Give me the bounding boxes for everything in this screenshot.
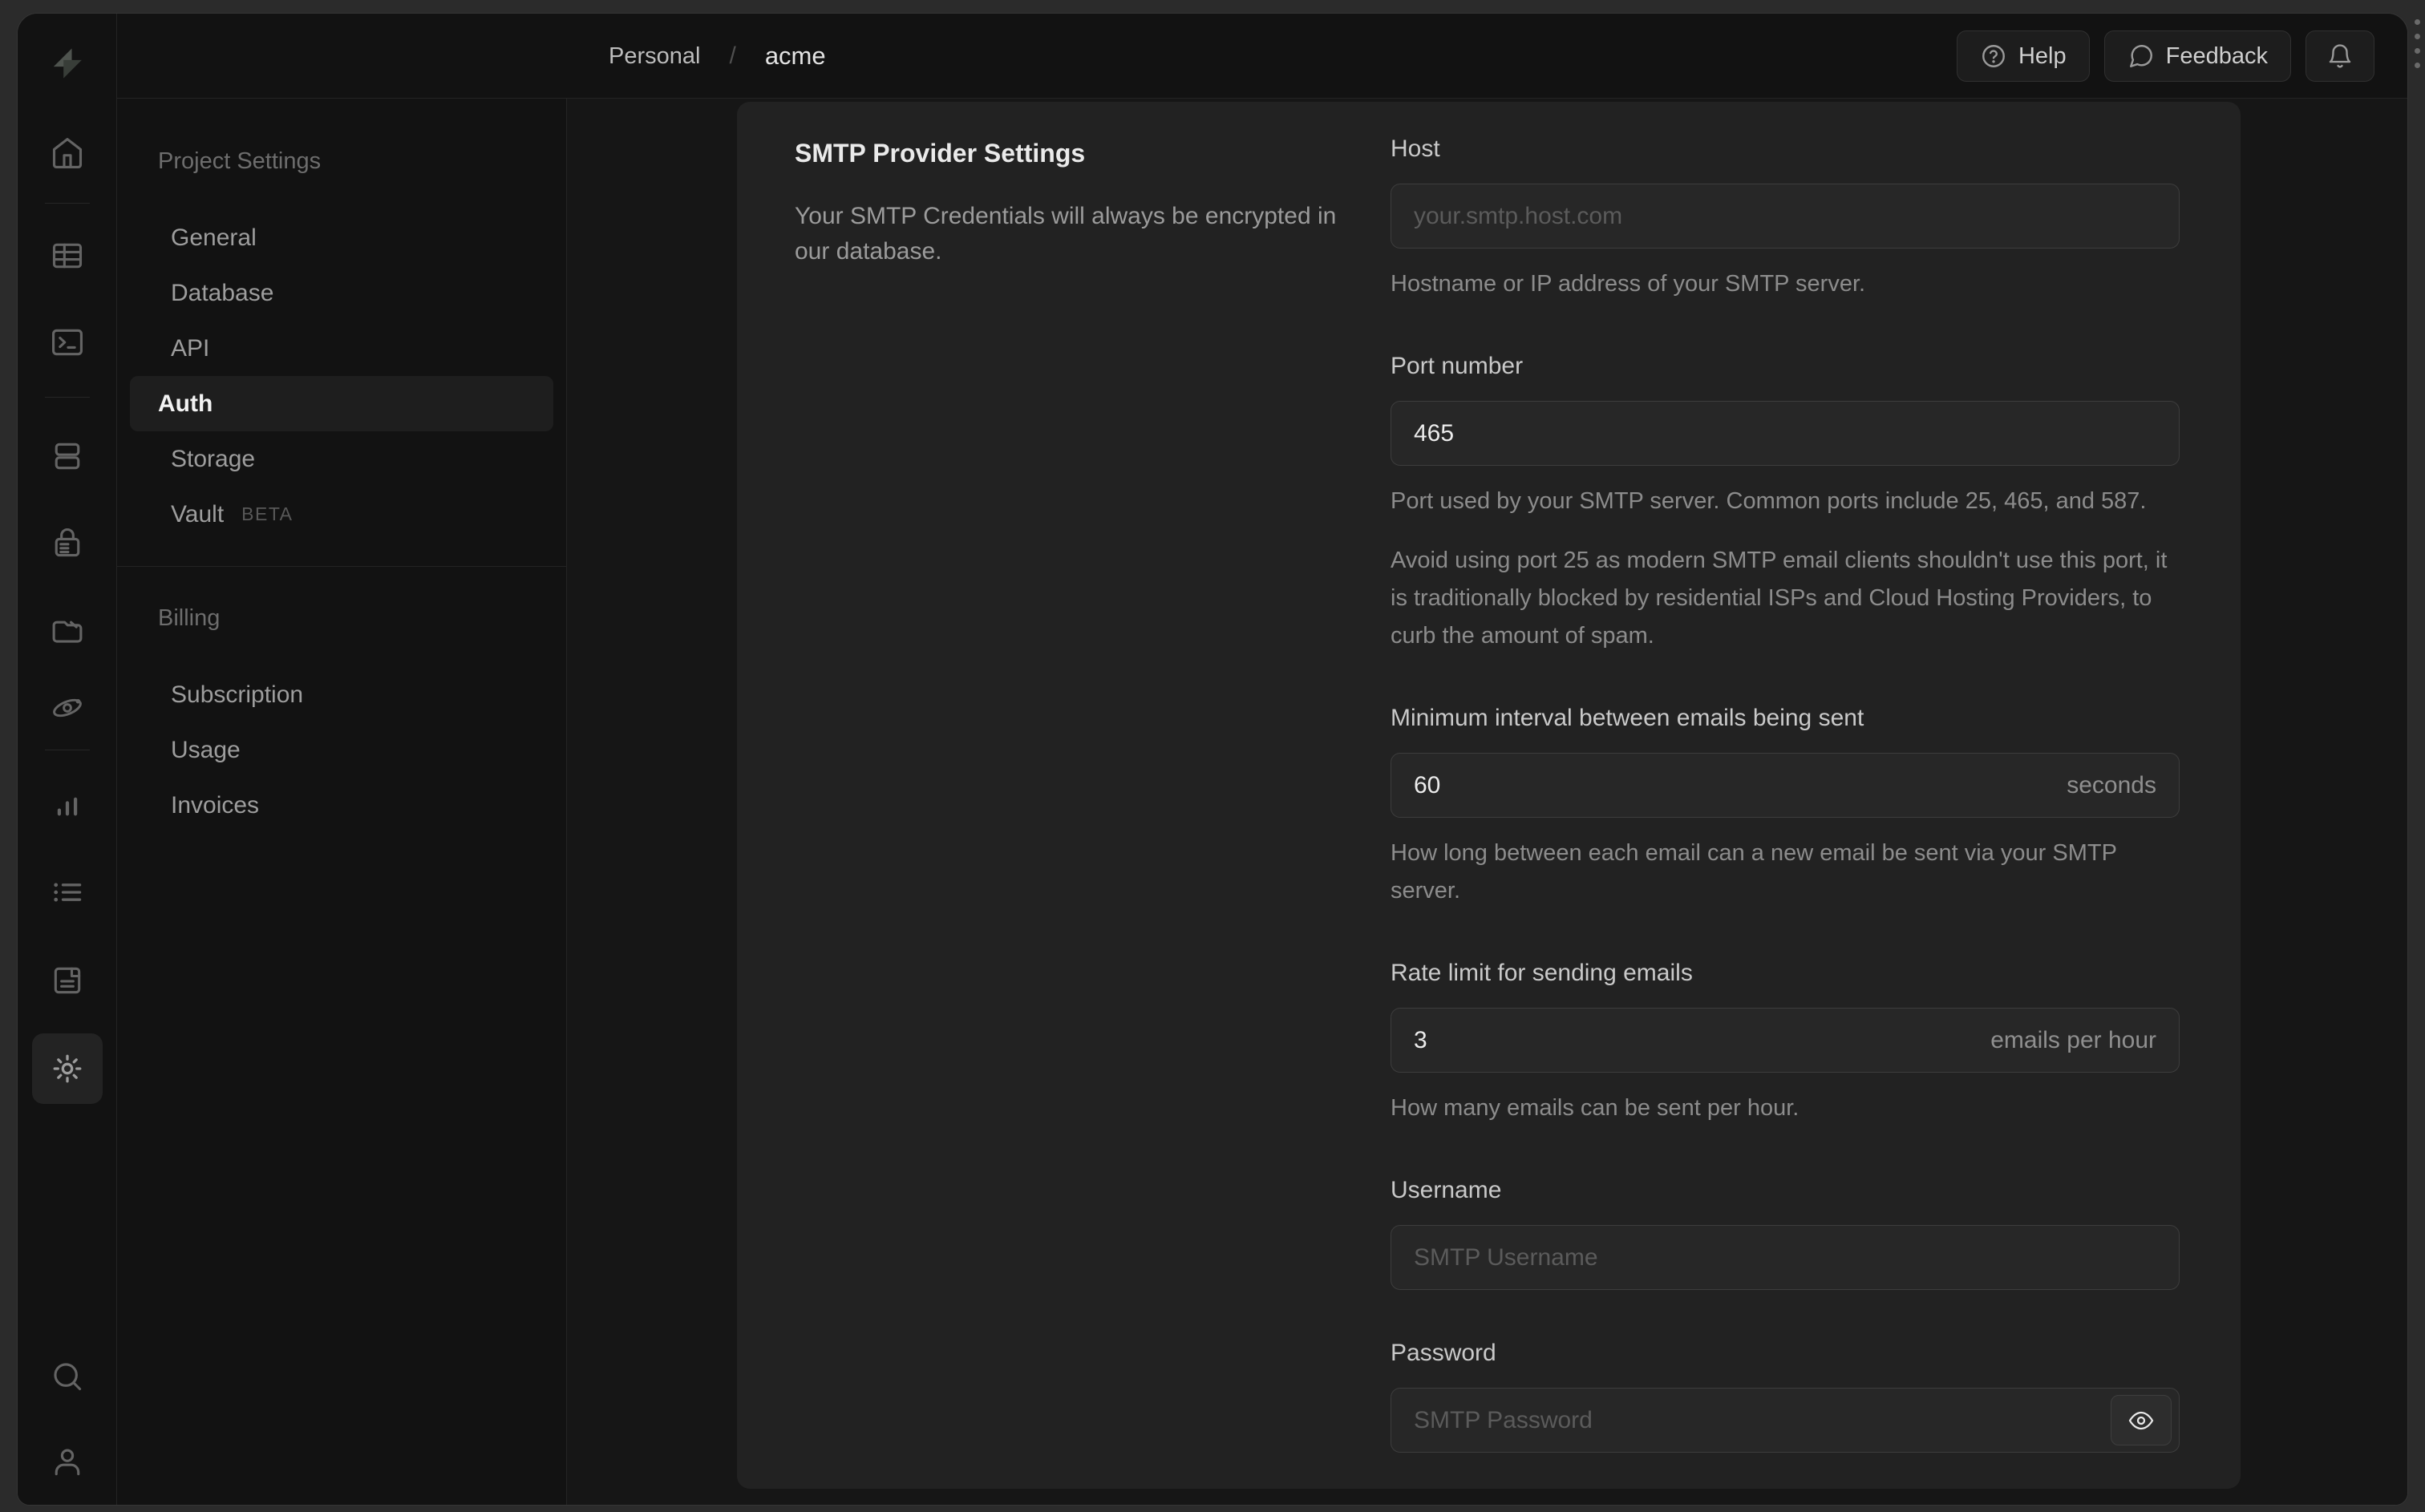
- nav-section-billing: Billing: [158, 605, 221, 631]
- interval-helper: How long between each email can a new em…: [1391, 840, 2117, 904]
- user-icon: [55, 1449, 80, 1476]
- icon-rail: [18, 14, 117, 1505]
- feedback-bubble-icon: [2129, 45, 2152, 67]
- feedback-button[interactable]: Feedback: [2103, 30, 2291, 82]
- notifications-button[interactable]: [2306, 30, 2374, 82]
- rail-item-docs[interactable]: [32, 945, 103, 1016]
- rail-item-search[interactable]: [32, 1341, 103, 1412]
- search-icon: [54, 1363, 82, 1391]
- interval-label: Minimum interval between emails being se…: [1391, 705, 1864, 731]
- help-button[interactable]: Help: [1956, 30, 2090, 82]
- rail-item-logs[interactable]: [32, 857, 103, 928]
- sidebar-item-invoices[interactable]: Invoices: [130, 778, 553, 833]
- username-input-wrap: [1391, 1225, 2180, 1290]
- breadcrumb-project[interactable]: acme: [765, 42, 826, 71]
- logs-icon: [54, 883, 82, 902]
- port-input[interactable]: [1414, 419, 2156, 447]
- password-label: Password: [1391, 1340, 1496, 1366]
- reveal-password-button[interactable]: [2111, 1395, 2172, 1445]
- rail-item-authentication[interactable]: [32, 507, 103, 578]
- password-input-wrap: [1391, 1388, 2180, 1453]
- sidebar-item-usage[interactable]: Usage: [130, 722, 553, 778]
- rail-item-table-editor[interactable]: [32, 220, 103, 291]
- username-input[interactable]: [1414, 1243, 2156, 1271]
- rail-item-home[interactable]: [32, 118, 103, 188]
- eye-icon: [2128, 1411, 2154, 1429]
- sql-editor-icon: [52, 329, 83, 356]
- host-label: Host: [1391, 135, 1440, 162]
- top-header: Personal / acme Help Feedback: [117, 14, 2407, 99]
- nav-section-project-settings: Project Settings: [158, 148, 322, 174]
- rail-divider: [45, 203, 90, 204]
- password-input[interactable]: [1414, 1406, 2156, 1434]
- beta-badge: BETA: [241, 503, 294, 524]
- host-field-group: Host Hostname or IP address of your SMTP…: [1391, 135, 2180, 303]
- rate-field-group: Rate limit for sending emails emails per…: [1391, 960, 2180, 1127]
- rail-item-edge-functions[interactable]: [32, 673, 103, 743]
- rail-item-account[interactable]: [32, 1426, 103, 1497]
- port-label: Port number: [1391, 353, 1524, 379]
- edge-functions-icon: [53, 698, 82, 718]
- rate-helper: How many emails can be sent per hour.: [1391, 1095, 1800, 1121]
- breadcrumb-separator: /: [729, 42, 736, 69]
- gear-icon: [53, 1054, 82, 1083]
- rail-item-storage[interactable]: [32, 594, 103, 665]
- supabase-logo-icon: [53, 48, 82, 79]
- home-icon: [52, 138, 83, 168]
- sidebar-item-subscription[interactable]: Subscription: [130, 667, 553, 722]
- rail-item-database[interactable]: [32, 421, 103, 491]
- port-input-wrap: [1391, 401, 2180, 466]
- rate-label: Rate limit for sending emails: [1391, 960, 1693, 986]
- supabase-logo[interactable]: [18, 46, 117, 81]
- smtp-form: Host Hostname or IP address of your SMTP…: [1391, 135, 2180, 1489]
- app-window: Settings Project Settings General Databa…: [17, 13, 2408, 1506]
- auth-lock-icon: [55, 528, 80, 557]
- rail-item-sql-editor[interactable]: [32, 307, 103, 378]
- host-helper: Hostname or IP address of your SMTP serv…: [1391, 271, 1866, 297]
- storage-icon: [52, 621, 83, 643]
- interval-field-group: Minimum interval between emails being se…: [1391, 705, 2180, 910]
- rate-suffix: emails per hour: [1990, 1026, 2156, 1053]
- interval-input-wrap: seconds: [1391, 753, 2180, 818]
- sidebar-item-api[interactable]: API: [130, 321, 553, 376]
- rate-input[interactable]: [1414, 1026, 1991, 1054]
- rate-input-wrap: emails per hour: [1391, 1008, 2180, 1073]
- port-note: Avoid using port 25 as modern SMTP email…: [1391, 548, 2168, 649]
- host-input[interactable]: [1414, 202, 2156, 230]
- rail-item-project-settings[interactable]: [32, 1033, 103, 1104]
- panel-description: Your SMTP Credentials will always be enc…: [795, 203, 1337, 265]
- docs-icon: [54, 967, 81, 994]
- help-circle-icon: [1982, 45, 2005, 67]
- scrollbar-thumb[interactable]: [2413, 19, 2421, 77]
- interval-input[interactable]: [1414, 771, 2067, 799]
- sidebar-item-auth[interactable]: Auth: [130, 376, 553, 431]
- header-actions: Help Feedback: [1956, 14, 2374, 99]
- sidebar-item-database[interactable]: Database: [130, 265, 553, 321]
- port-helper: Port used by your SMTP server. Common po…: [1391, 488, 2147, 514]
- password-field-group: Password: [1391, 1340, 2180, 1453]
- database-icon: [55, 443, 80, 470]
- main-content: SMTP Provider Settings Your SMTP Credent…: [567, 99, 2407, 1505]
- rail-divider: [45, 397, 90, 398]
- table-editor-icon: [52, 243, 83, 269]
- panel-intro: SMTP Provider Settings Your SMTP Credent…: [795, 139, 1356, 269]
- sidebar-item-general[interactable]: General: [130, 210, 553, 265]
- panel-title: SMTP Provider Settings: [795, 139, 1086, 168]
- settings-sidenav: Settings Project Settings General Databa…: [117, 14, 567, 1505]
- breadcrumb: Personal / acme: [609, 14, 826, 99]
- rail-item-reports[interactable]: [32, 772, 103, 843]
- smtp-settings-panel: SMTP Provider Settings Your SMTP Credent…: [737, 102, 2241, 1489]
- username-field-group: Username: [1391, 1177, 2180, 1290]
- nav-divider: [117, 566, 566, 567]
- port-field-group: Port number Port used by your SMTP serve…: [1391, 353, 2180, 655]
- interval-suffix: seconds: [2067, 771, 2156, 798]
- sidebar-item-storage[interactable]: Storage: [130, 431, 553, 487]
- sidebar-item-vault[interactable]: Vault BETA: [130, 487, 553, 542]
- breadcrumb-org[interactable]: Personal: [609, 43, 700, 70]
- reports-icon: [57, 797, 78, 816]
- host-input-wrap: [1391, 184, 2180, 249]
- bell-icon: [2329, 44, 2351, 68]
- username-label: Username: [1391, 1177, 1502, 1203]
